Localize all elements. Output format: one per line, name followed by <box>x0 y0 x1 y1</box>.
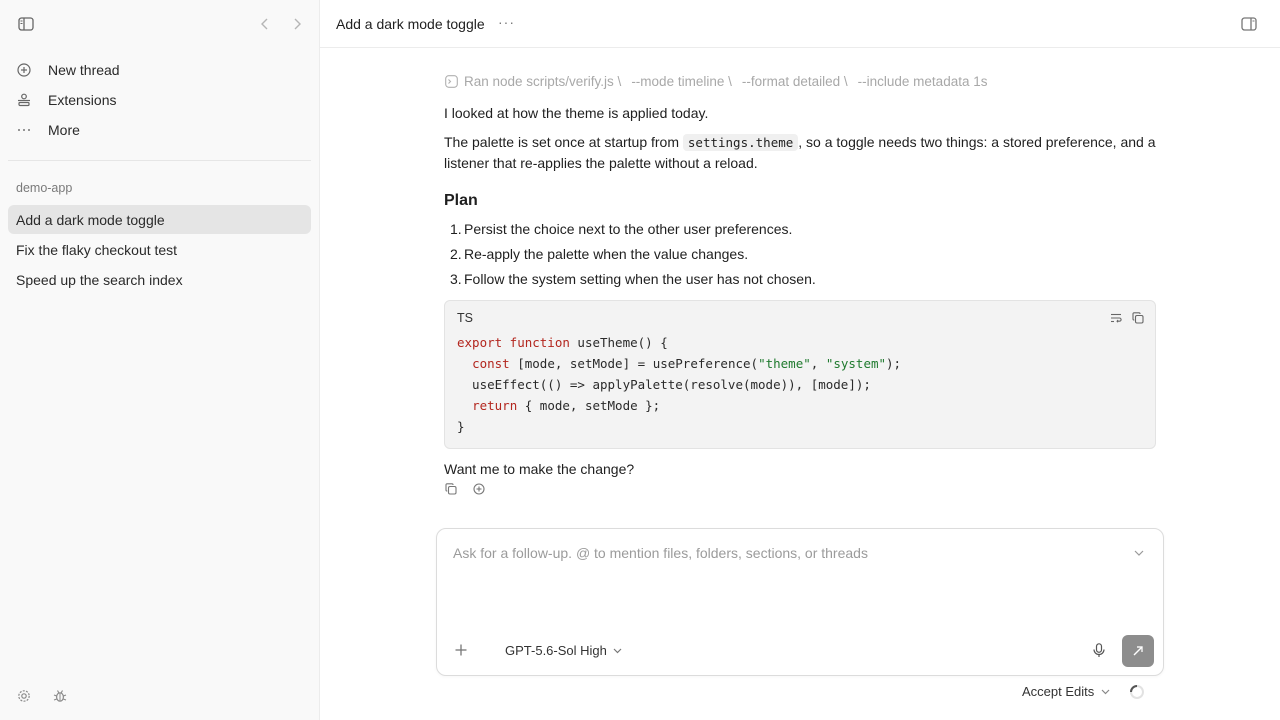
list-item: 3. Follow the system setting when the use… <box>444 271 1156 296</box>
code-content: export function useTheme() { const [mode… <box>457 332 901 437</box>
terminal-icon <box>444 75 458 89</box>
list-text: Re-apply the palette when the value chan… <box>464 246 749 262</box>
forward-arrow-icon[interactable] <box>288 15 306 33</box>
chevron-down-icon[interactable] <box>1133 547 1145 559</box>
copy-code-icon[interactable] <box>1131 311 1145 325</box>
code-line: useEffect(() => applyPalette(resolve(mod… <box>457 377 871 392</box>
follow-up-input[interactable] <box>453 545 1103 561</box>
sidebar-divider <box>8 160 311 161</box>
command-run-summary[interactable]: Ran node scripts/verify.js \ --mode time… <box>444 74 997 89</box>
sidebar-nav: New thread Extensions More <box>8 55 311 145</box>
sidebar-toggle-icon[interactable] <box>16 15 36 33</box>
list-number: 3. <box>450 271 462 287</box>
command-text: Ran node scripts/verify.js \ <box>464 74 622 89</box>
app-window: New thread Extensions More demo-app Add … <box>0 0 1280 720</box>
copy-message-icon[interactable] <box>444 482 458 496</box>
list-number: 1. <box>450 221 462 237</box>
code-string: "system" <box>825 356 887 371</box>
command-arg: --mode timeline \ <box>631 74 732 89</box>
new-thread-button[interactable]: New thread <box>8 55 311 85</box>
list-item: 2. Re-apply the palette when the value ch… <box>444 246 1156 271</box>
model-label: GPT-5.6-Sol High <box>505 643 607 658</box>
nav-label: New thread <box>48 62 120 78</box>
thread-header: Add a dark mode toggle ··· <box>320 0 1280 48</box>
code-keyword: export function <box>457 335 570 350</box>
code-keyword: return <box>472 398 518 413</box>
command-arg: --format detailed \ <box>741 74 848 89</box>
loading-spinner-icon <box>1129 684 1145 700</box>
more-dots-icon <box>16 122 32 138</box>
settings-gear-icon[interactable] <box>16 688 32 704</box>
send-button[interactable] <box>1122 635 1154 667</box>
nav-label: Extensions <box>48 92 117 108</box>
plan-heading: Plan <box>444 192 478 209</box>
sidebar: New thread Extensions More demo-app Add … <box>0 0 320 720</box>
chevron-down-icon <box>1100 687 1110 697</box>
code-string: "theme" <box>758 356 811 371</box>
thread-options-button[interactable]: ··· <box>498 14 515 30</box>
message-paragraph: Want me to make the change? <box>444 461 635 477</box>
thread-item[interactable]: Speed up the search index <box>8 265 311 294</box>
page-title: Add a dark mode toggle <box>336 16 485 32</box>
code-line: export function useTheme() { <box>457 335 668 350</box>
more-button[interactable]: More <box>8 115 311 145</box>
plan-list: 1. Persist the choice next to the other u… <box>444 221 1156 296</box>
code-block: TS export function useTheme() { const [m… <box>444 300 1156 449</box>
message-paragraph: I looked at how the theme is applied tod… <box>444 105 709 121</box>
back-arrow-icon[interactable] <box>256 15 274 33</box>
code-keyword: const <box>472 356 510 371</box>
model-selector[interactable]: GPT-5.6-Sol High <box>505 643 623 658</box>
message-paragraph: The palette is set once at startup from … <box>444 132 1156 174</box>
side-panel-toggle-icon[interactable] <box>1240 15 1258 33</box>
fork-thread-icon[interactable] <box>472 482 486 496</box>
list-text: Persist the choice next to the other use… <box>464 221 793 237</box>
inline-code: settings.theme <box>682 134 799 151</box>
project-label: demo-app <box>16 181 73 195</box>
message-actions <box>444 482 500 496</box>
list-text: Follow the system setting when the user … <box>464 271 816 287</box>
thread-item[interactable]: Fix the flaky checkout test <box>8 235 311 264</box>
nav-label: More <box>48 122 80 138</box>
wrap-lines-icon[interactable] <box>1109 311 1123 325</box>
code-line: const [mode, setMode] = usePreference("t… <box>472 356 902 371</box>
main-panel: Add a dark mode toggle ··· Ran node scri… <box>320 0 1280 720</box>
code-line: } <box>457 419 465 434</box>
send-arrow-icon <box>1133 646 1143 656</box>
extensions-icon <box>16 92 32 108</box>
microphone-icon[interactable] <box>1091 642 1107 658</box>
thread-list: Add a dark mode toggle Fix the flaky che… <box>8 205 311 295</box>
accept-edits-label: Accept Edits <box>1022 684 1095 699</box>
code-line: return { mode, setMode }; <box>472 398 661 413</box>
thread-item[interactable]: Add a dark mode toggle <box>8 205 311 234</box>
list-item: 1. Persist the choice next to the other u… <box>444 221 1156 246</box>
list-number: 2. <box>450 246 462 262</box>
add-attachment-icon[interactable] <box>453 642 469 658</box>
chevron-down-icon <box>613 646 623 656</box>
accept-edits-dropdown[interactable]: Accept Edits <box>1022 684 1110 699</box>
command-arg: --include metadata 1s <box>857 74 988 89</box>
debug-bug-icon[interactable] <box>52 688 68 704</box>
code-language-label: TS <box>457 311 473 325</box>
sidebar-top-bar <box>0 0 319 48</box>
text-run: The palette is set once at startup from <box>444 134 683 150</box>
plus-circle-icon <box>16 62 32 78</box>
composer: GPT-5.6-Sol High <box>436 528 1164 676</box>
extensions-button[interactable]: Extensions <box>8 85 311 115</box>
